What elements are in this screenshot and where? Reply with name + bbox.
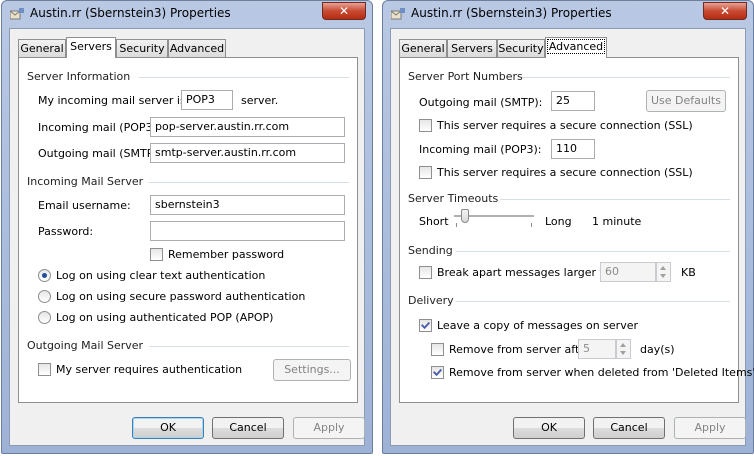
servers-panel: Server Information My incoming mail serv…: [18, 57, 358, 403]
break-apart-size-field[interactable]: 60: [600, 262, 656, 282]
remember-password-label: Remember password: [168, 248, 285, 261]
tab-general[interactable]: General: [18, 39, 66, 57]
smtp-port-label: Outgoing mail (SMTP):: [419, 96, 543, 109]
tab-servers[interactable]: Servers: [447, 39, 497, 57]
auth-secure-password-radio[interactable]: [38, 290, 51, 303]
smtp-ssl-checkbox[interactable]: [419, 119, 432, 132]
email-username-field[interactable]: sbernstein3: [150, 195, 345, 215]
pop3-port-label: Incoming mail (POP3):: [419, 143, 542, 156]
break-apart-checkbox[interactable]: [419, 266, 432, 279]
group-divider: [149, 182, 349, 183]
server-port-numbers-heading: Server Port Numbers: [408, 70, 523, 83]
incoming-mail-label: Incoming mail (POP3):: [38, 121, 161, 134]
outgoing-mail-server-heading: Outgoing Mail Server: [27, 339, 144, 352]
slider-tick: [531, 223, 532, 227]
tab-general[interactable]: General: [399, 39, 447, 57]
password-label: Password:: [38, 225, 94, 238]
pop3-ssl-checkbox[interactable]: [419, 166, 432, 179]
kb-label: KB: [681, 266, 696, 279]
auth-apop-radio[interactable]: [38, 311, 51, 324]
close-button[interactable]: ✕: [322, 2, 366, 20]
auth-clear-text-radio[interactable]: [38, 269, 51, 282]
outgoing-mail-field[interactable]: smtp-server.austin.rr.com: [150, 143, 345, 163]
tab-servers[interactable]: Servers: [66, 37, 116, 58]
timeout-long-label: Long: [545, 215, 572, 228]
dialog-client: General Servers Security Advanced Server…: [390, 28, 754, 446]
remove-after-days-field[interactable]: 5: [578, 339, 616, 359]
server-information-heading: Server Information: [27, 70, 131, 83]
dialog-client: General Servers Security Advanced Server…: [9, 28, 365, 446]
remove-deleted-checkbox[interactable]: [431, 366, 444, 379]
incoming-mail-server-heading: Incoming Mail Server: [27, 175, 144, 188]
requires-authentication-label: My server requires authentication: [56, 363, 243, 376]
server-timeouts-heading: Server Timeouts: [408, 192, 499, 205]
break-apart-spinner[interactable]: [656, 262, 671, 282]
window-title: Austin.rr (Sbernstein3) Properties: [30, 6, 231, 20]
timeout-slider[interactable]: [454, 208, 534, 230]
incoming-server-type-label: My incoming mail server is a: [38, 94, 196, 107]
smtp-ssl-label: This server requires a secure connection…: [437, 119, 693, 132]
group-divider: [139, 77, 349, 78]
sending-heading: Sending: [408, 244, 453, 257]
remember-password-checkbox[interactable]: [150, 248, 163, 261]
requires-authentication-checkbox[interactable]: [38, 363, 51, 376]
close-icon: ✕: [719, 4, 731, 18]
leave-copy-label: Leave a copy of messages on server: [437, 319, 639, 332]
properties-window-servers: Austin.rr (Sbernstein3) Properties ✕ Gen…: [1, 0, 373, 454]
smtp-port-field[interactable]: 25: [551, 91, 595, 111]
slider-thumb[interactable]: [461, 209, 469, 223]
close-icon: ✕: [338, 4, 350, 18]
slider-tick: [456, 223, 457, 227]
apply-button[interactable]: Apply: [674, 417, 746, 439]
outgoing-mail-label: Outgoing mail (SMTP):: [38, 147, 162, 160]
auth-clear-text-label: Log on using clear text authentication: [56, 269, 266, 282]
window-title: Austin.rr (Sbernstein3) Properties: [411, 6, 612, 20]
remove-after-checkbox[interactable]: [431, 343, 444, 356]
group-divider: [149, 346, 349, 347]
auth-apop-label: Log on using authenticated POP (APOP): [56, 311, 274, 324]
group-divider: [456, 301, 730, 302]
group-divider: [456, 251, 730, 252]
timeout-value: 1 minute: [592, 215, 642, 228]
cancel-button[interactable]: Cancel: [593, 417, 665, 439]
tab-security[interactable]: Security: [116, 39, 168, 57]
server-suffix-label: server.: [241, 94, 279, 107]
group-divider: [522, 77, 730, 78]
mail-account-icon: [391, 8, 405, 20]
advanced-panel: Server Port Numbers Outgoing mail (SMTP)…: [399, 57, 754, 403]
cancel-button[interactable]: Cancel: [212, 417, 284, 439]
ok-button[interactable]: OK: [513, 417, 585, 439]
ok-button[interactable]: OK: [132, 417, 204, 439]
remove-after-label: Remove from server after: [449, 343, 591, 356]
break-apart-label: Break apart messages larger than: [437, 266, 625, 279]
password-field[interactable]: [150, 221, 345, 241]
remove-after-spinner[interactable]: [616, 339, 631, 359]
apply-button[interactable]: Apply: [293, 417, 365, 439]
tab-advanced[interactable]: Advanced: [545, 37, 607, 58]
incoming-mail-field[interactable]: pop-server.austin.rr.com: [150, 117, 345, 137]
delivery-heading: Delivery: [408, 294, 454, 307]
tab-security[interactable]: Security: [497, 39, 545, 57]
properties-window-advanced: Austin.rr (Sbernstein3) Properties ✕ Gen…: [382, 0, 754, 454]
pop3-ssl-label: This server requires a secure connection…: [437, 166, 693, 179]
incoming-server-type-field[interactable]: POP3: [181, 90, 233, 110]
mail-account-icon: [10, 8, 24, 20]
remove-deleted-label: Remove from server when deleted from 'De…: [449, 366, 754, 379]
close-button[interactable]: ✕: [703, 2, 747, 20]
title-bar[interactable]: Austin.rr (Sbernstein3) Properties ✕: [383, 1, 753, 27]
email-username-label: Email username:: [38, 199, 131, 212]
use-defaults-button[interactable]: Use Defaults: [646, 90, 726, 112]
days-label: day(s): [640, 343, 675, 356]
pop3-port-field[interactable]: 110: [551, 139, 595, 159]
group-divider: [500, 199, 730, 200]
settings-button[interactable]: Settings...: [273, 359, 351, 381]
leave-copy-checkbox[interactable]: [419, 319, 432, 332]
title-bar[interactable]: Austin.rr (Sbernstein3) Properties ✕: [2, 1, 372, 27]
timeout-short-label: Short: [419, 215, 449, 228]
auth-secure-password-label: Log on using secure password authenticat…: [56, 290, 306, 303]
tab-advanced[interactable]: Advanced: [168, 39, 226, 57]
